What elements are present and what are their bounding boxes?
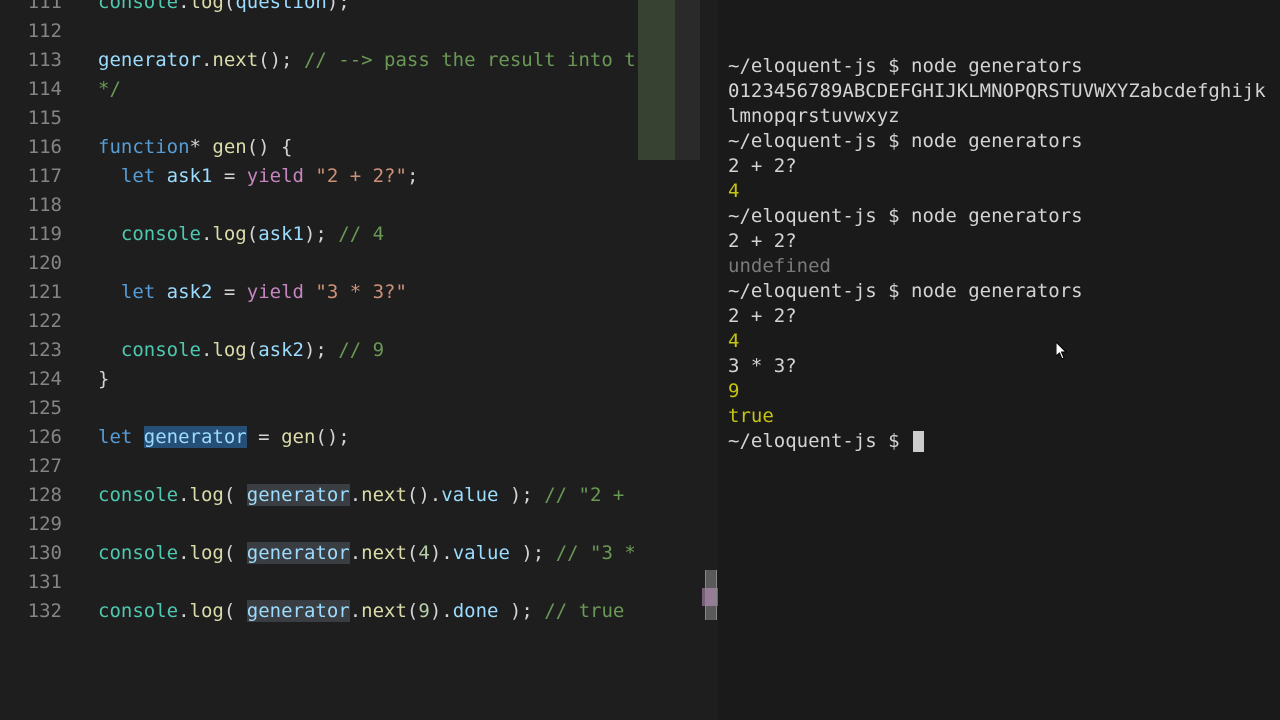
code-line[interactable]: } [98,365,704,394]
code-line[interactable]: let ask1 = yield "2 + 2?"; [98,162,704,191]
code-line[interactable] [98,307,704,336]
terminal-line: 4 [728,329,1270,354]
line-number: 119 [0,220,62,249]
minimap-content [638,0,700,160]
code-line[interactable] [98,104,704,133]
line-number: 125 [0,394,62,423]
terminal-pane[interactable]: ~/eloquent-js $ node generators012345678… [718,0,1280,720]
terminal-line: ~/eloquent-js $ node generators [728,54,1270,79]
code-line[interactable] [98,249,704,278]
code-line[interactable]: function* gen() { [98,133,704,162]
code-line[interactable]: console.log( generator.next(9).done ); /… [98,597,704,626]
code-line[interactable]: console.log(question); [98,0,704,17]
terminal-line: ~/eloquent-js $ node generators [728,204,1270,229]
line-number: 128 [0,481,62,510]
line-number: 130 [0,539,62,568]
code-editor-pane[interactable]: 1111121131141151161171181191201211221231… [0,0,704,720]
editor-minimap[interactable] [634,0,704,720]
terminal-line: 3 * 3? [728,354,1270,379]
line-number: 118 [0,191,62,220]
line-number: 122 [0,307,62,336]
line-number: 113 [0,46,62,75]
line-number: 111 [0,0,62,17]
terminal-line: 9 [728,379,1270,404]
terminal-line: 2 + 2? [728,154,1270,179]
terminal-line: 2 + 2? [728,304,1270,329]
line-number: 121 [0,278,62,307]
line-number: 127 [0,452,62,481]
code-line[interactable]: let ask2 = yield "3 * 3?" [98,278,704,307]
pane-divider[interactable] [704,0,718,720]
terminal-line: true [728,404,1270,429]
code-line[interactable] [98,510,704,539]
line-number: 116 [0,133,62,162]
code-line[interactable]: console.log( generator.next(4).value ); … [98,539,704,568]
code-line[interactable]: */ [98,75,704,104]
code-line[interactable] [98,17,704,46]
line-number: 124 [0,365,62,394]
line-number: 129 [0,510,62,539]
editor-scrollbar-thumb[interactable] [705,570,717,620]
line-number: 117 [0,162,62,191]
terminal-line: ~/eloquent-js $ node generators [728,279,1270,304]
code-content[interactable]: console.log(question); generator.next();… [98,0,704,626]
line-number: 114 [0,75,62,104]
line-number: 132 [0,597,62,626]
terminal-line: 2 + 2? [728,229,1270,254]
code-line[interactable] [98,191,704,220]
line-number: 123 [0,336,62,365]
code-line[interactable]: generator.next(); // --> pass the result… [98,46,704,75]
code-line[interactable] [98,568,704,597]
terminal-line: 0123456789ABCDEFGHIJKLMNOPQRSTUVWXYZabcd… [728,79,1270,129]
line-number-gutter: 1111121131141151161171181191201211221231… [0,0,80,708]
code-line[interactable]: console.log(ask1); // 4 [98,220,704,249]
terminal-line: ~/eloquent-js $ node generators [728,129,1270,154]
terminal-cursor [913,431,924,452]
code-line[interactable]: console.log( generator.next().value ); /… [98,481,704,510]
terminal-line: ~/eloquent-js $ [728,429,1270,454]
terminal-line: 4 [728,179,1270,204]
line-number: 131 [0,568,62,597]
line-number: 126 [0,423,62,452]
code-line[interactable]: let generator = gen(); [98,423,704,452]
code-line[interactable] [98,452,704,481]
line-number: 115 [0,104,62,133]
code-line[interactable]: console.log(ask2); // 9 [98,336,704,365]
code-line[interactable] [98,394,704,423]
line-number: 112 [0,17,62,46]
line-number: 120 [0,249,62,278]
terminal-line: undefined [728,254,1270,279]
